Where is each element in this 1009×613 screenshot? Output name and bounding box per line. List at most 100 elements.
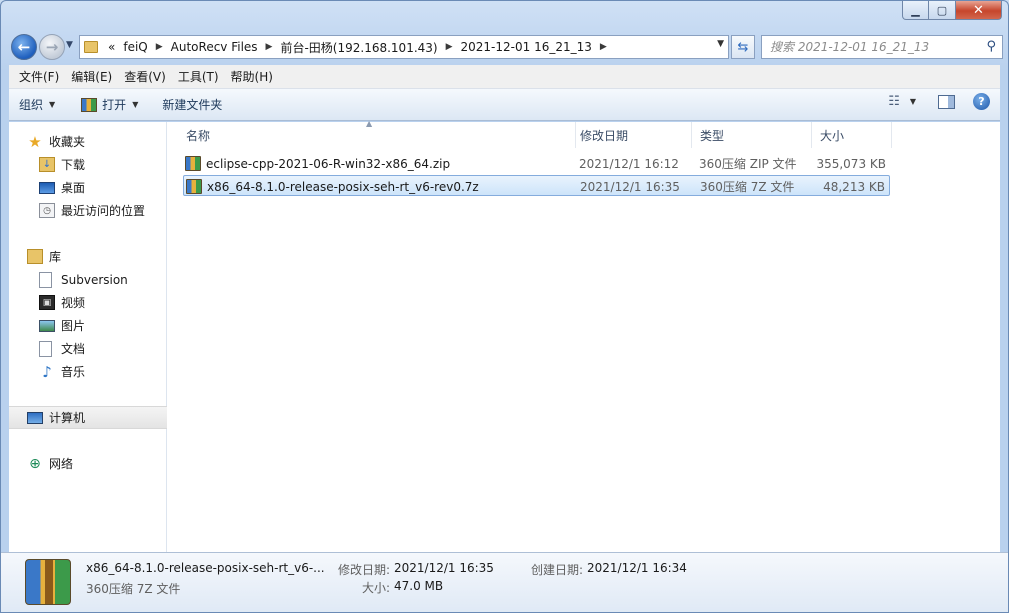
organize-label: 组织 [19, 98, 44, 112]
open-label: 打开 [102, 98, 127, 112]
nav-label: 音乐 [61, 365, 86, 379]
preview-pane-icon[interactable] [938, 94, 955, 109]
nav-libraries[interactable]: 库 [9, 245, 167, 268]
document-icon [39, 271, 52, 288]
address-dropdown-icon[interactable]: ▼ [717, 39, 724, 49]
breadcrumb-separator-icon[interactable]: ▶ [152, 42, 167, 52]
nav-desktop[interactable]: 桌面 [9, 176, 167, 199]
column-label: 大小 [820, 128, 845, 143]
help-icon[interactable]: ? [973, 93, 990, 110]
details-file-type: 360压缩 7Z 文件 [86, 582, 181, 596]
nav-favorites[interactable]: ★ 收藏夹 [9, 130, 167, 153]
search-icon[interactable]: ⚲ [986, 39, 996, 54]
nav-label: 图片 [61, 319, 86, 333]
new-folder-label: 新建文件夹 [162, 98, 223, 112]
menu-help[interactable]: 帮助(H) [225, 65, 279, 88]
desktop-icon [39, 181, 55, 194]
details-pane: x86_64-8.1.0-release-posix-seh-rt_v6-...… [1, 552, 1008, 612]
breadcrumb-sender[interactable]: 前台-田杨(192.168.101.43) [276, 39, 441, 56]
chevron-down-icon[interactable]: ▼ [910, 97, 916, 106]
archive-icon [185, 156, 201, 171]
details-file-name: x86_64-8.1.0-release-posix-seh-rt_v6-... [86, 561, 325, 575]
details-created-label: 创建日期: [531, 563, 584, 577]
breadcrumb-separator-icon[interactable]: ▶ [262, 42, 277, 52]
recent-pages-button[interactable]: ▼ [66, 40, 73, 50]
file-type: 360压缩 ZIP 文件 [699, 157, 797, 171]
nav-pictures[interactable]: 图片 [9, 314, 167, 337]
nav-network[interactable]: ⊕ 网络 [9, 452, 167, 475]
column-name[interactable]: 名称 [178, 122, 576, 148]
details-size-value: 47.0 MB [394, 579, 444, 593]
file-size: 355,073 KB [816, 156, 886, 171]
menu-file[interactable]: 文件(F) [13, 65, 65, 88]
search-box: ⚲ [761, 35, 1003, 59]
organize-button[interactable]: 组织 ▼ [9, 92, 65, 118]
nav-music[interactable]: ♪ 音乐 [9, 360, 167, 383]
new-folder-button[interactable]: 新建文件夹 [152, 92, 232, 118]
explorer-window: ▁ ▢ ✕ ← → ▼ « feiQ ▶ AutoRecv Files ▶ 前台… [0, 0, 1009, 613]
file-list: ▲ 名称 修改日期 类型 大小 eclipse-cpp-2021-06-R-wi… [168, 119, 1000, 552]
recent-places-icon: ◷ [39, 203, 55, 218]
address-row: ← → ▼ « feiQ ▶ AutoRecv Files ▶ 前台-田杨(19… [9, 31, 1003, 61]
details-created-value: 2021/12/1 16:34 [587, 561, 687, 575]
column-size[interactable]: 大小 [812, 122, 892, 148]
archive-icon [25, 559, 71, 605]
maximize-button[interactable]: ▢ [929, 1, 956, 20]
search-input[interactable] [770, 40, 976, 54]
minimize-button[interactable]: ▁ [902, 1, 929, 20]
forward-button[interactable]: → [39, 34, 65, 60]
library-icon [27, 249, 43, 264]
document-icon [39, 340, 52, 357]
menu-edit[interactable]: 编辑(E) [65, 65, 118, 88]
breadcrumb-feiq[interactable]: feiQ [119, 40, 151, 54]
column-label: 名称 [186, 128, 211, 143]
computer-icon [27, 411, 43, 424]
breadcrumb-separator-icon[interactable]: ▶ [442, 42, 457, 52]
table-row[interactable]: eclipse-cpp-2021-06-R-win32-x86_64.zip 2… [183, 153, 890, 174]
file-type: 360压缩 7Z 文件 [700, 180, 795, 194]
music-note-icon: ♪ [42, 362, 52, 381]
menu-tools[interactable]: 工具(T) [172, 65, 225, 88]
download-folder-icon: ↓ [39, 157, 55, 172]
refresh-button[interactable]: ⇆ [731, 35, 755, 59]
view-controls: ☷ ▼ ? [888, 93, 990, 110]
breadcrumb-current-folder[interactable]: 2021-12-01 16_21_13 [457, 40, 596, 54]
file-date: 2021/12/1 16:35 [580, 179, 680, 194]
nav-documents[interactable]: 文档 [9, 337, 167, 360]
libraries-group: 库 Subversion ▣ 视频 图片 文档 ♪ 音乐 [9, 245, 167, 383]
column-date[interactable]: 修改日期 [572, 122, 692, 148]
details-modified-value: 2021/12/1 16:35 [394, 561, 494, 575]
nav-subversion[interactable]: Subversion [9, 268, 167, 291]
nav-label: 文档 [61, 342, 86, 356]
folder-icon [84, 41, 98, 53]
back-button[interactable]: ← [11, 34, 37, 60]
file-size: 48,213 KB [823, 179, 885, 194]
view-mode-icon[interactable]: ☷ [888, 94, 900, 109]
favorites-group: ★ 收藏夹 ↓ 下载 桌面 ◷ 最近访问的位置 [9, 130, 167, 222]
breadcrumb-overflow[interactable]: « [104, 40, 119, 54]
refresh-icon: ⇆ [737, 39, 749, 55]
menu-view[interactable]: 查看(V) [118, 65, 172, 88]
nav-label: 网络 [49, 457, 74, 471]
address-bar[interactable]: « feiQ ▶ AutoRecv Files ▶ 前台-田杨(192.168.… [79, 35, 729, 59]
computer-group: 计算机 [9, 406, 167, 429]
network-group: ⊕ 网络 [9, 452, 167, 475]
details-size-label: 大小: [362, 581, 391, 595]
video-icon: ▣ [39, 295, 55, 310]
nav-label: 下载 [61, 158, 86, 172]
nav-videos[interactable]: ▣ 视频 [9, 291, 167, 314]
breadcrumb-autorecv[interactable]: AutoRecv Files [167, 40, 262, 54]
nav-label: 视频 [61, 296, 86, 310]
nav-recent-places[interactable]: ◷ 最近访问的位置 [9, 199, 167, 222]
column-type[interactable]: 类型 [692, 122, 812, 148]
column-label: 修改日期 [580, 128, 629, 143]
close-button[interactable]: ✕ [956, 1, 1002, 20]
network-icon: ⊕ [29, 455, 41, 472]
breadcrumb-separator-icon[interactable]: ▶ [596, 42, 611, 52]
table-row[interactable]: x86_64-8.1.0-release-posix-seh-rt_v6-rev… [183, 175, 890, 196]
nav-label: 收藏夹 [49, 135, 86, 149]
chevron-down-icon: ▼ [49, 100, 56, 109]
open-button[interactable]: 打开 ▼ [71, 92, 148, 118]
nav-downloads[interactable]: ↓ 下载 [9, 153, 167, 176]
nav-computer[interactable]: 计算机 [9, 406, 167, 429]
